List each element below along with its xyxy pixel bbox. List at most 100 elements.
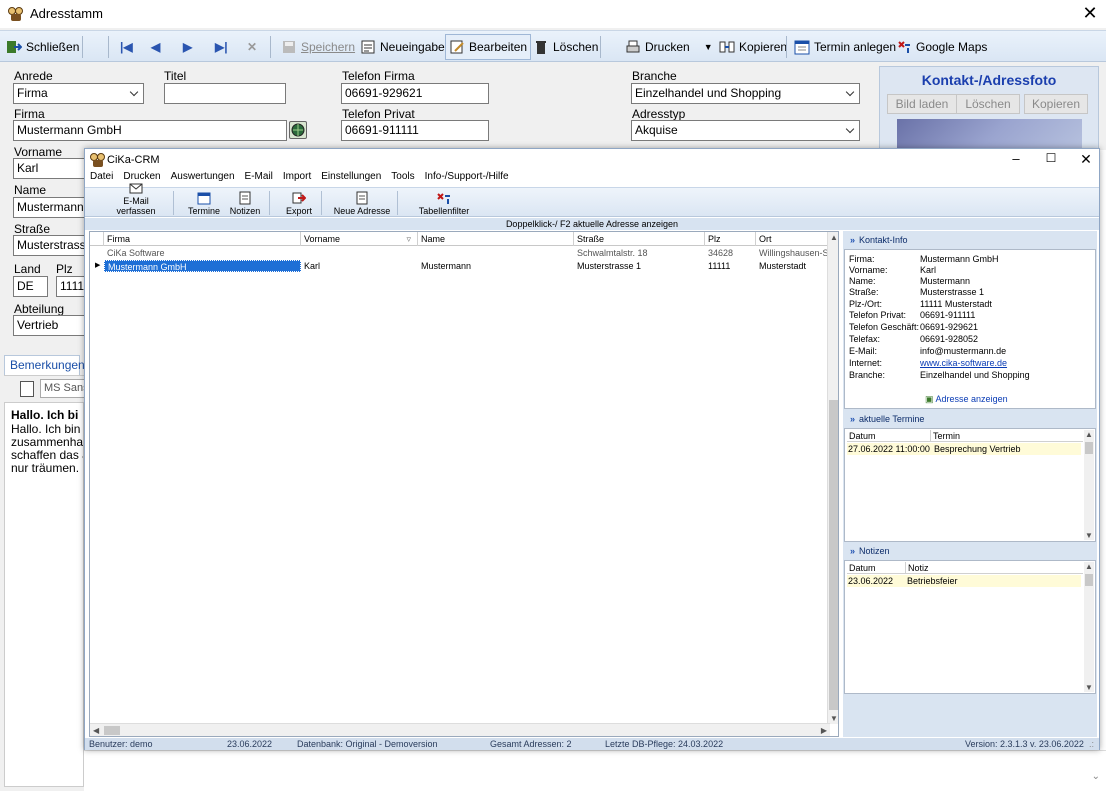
table-row[interactable]: CiKa Software Schwalmtalstr. 18 34628 Wi… (90, 247, 830, 259)
filter-funnel-icon[interactable]: ▿ (406, 232, 411, 246)
maximize-icon[interactable]: ☐ (1043, 151, 1059, 165)
menu-item-datei[interactable]: Datei (90, 171, 113, 187)
column-header-firma[interactable]: Firma (104, 232, 301, 246)
google-maps-button[interactable]: Google Maps (893, 34, 990, 60)
menu-bar: Datei Drucken Auswertungen E-Mail Import… (85, 171, 1099, 187)
save-button[interactable]: Speichern (278, 34, 358, 60)
table-vertical-scrollbar[interactable]: ▲ ▼ (827, 232, 838, 724)
dropdown-arrow-icon[interactable]: ▼ (704, 42, 713, 52)
column-header-termin[interactable]: Termin (931, 430, 1083, 442)
menu-item-einstellungen[interactable]: Einstellungen (321, 171, 381, 187)
land-field[interactable]: DE (13, 276, 48, 297)
load-image-button[interactable]: Bild laden (887, 94, 957, 114)
abteilung-field[interactable]: Vertrieb (13, 315, 85, 336)
cancel-icon[interactable]: ✕ (244, 34, 260, 60)
column-header-strasse[interactable]: Straße (574, 232, 705, 246)
delete-button[interactable]: Löschen (530, 34, 601, 60)
minimize-icon[interactable]: – (1008, 151, 1024, 166)
crm-close-icon[interactable]: ✕ (1078, 151, 1094, 168)
anrede-select[interactable]: Firma (13, 83, 144, 104)
contact-info-header[interactable]: » Kontakt-Info (844, 232, 1096, 248)
new-address-button[interactable]: Neue Adresse (333, 189, 391, 217)
vorname-field[interactable]: Karl (13, 158, 85, 179)
adresstyp-select[interactable]: Akquise (631, 120, 860, 141)
font-select[interactable]: MS Sans (40, 379, 88, 398)
close-button[interactable]: Schließen (3, 34, 82, 60)
copy-button[interactable]: Kopieren (716, 34, 790, 60)
menu-item-auswertungen[interactable]: Auswertungen (171, 171, 235, 187)
notizen-scrollbar[interactable]: ▲ ▼ (1084, 562, 1094, 692)
new-entry-button[interactable]: Neueingabe (357, 34, 448, 60)
previous-record-icon[interactable]: ◀ (148, 34, 163, 60)
first-record-icon[interactable]: |◀ (117, 34, 136, 60)
edit-button[interactable]: Bearbeiten (445, 34, 532, 60)
column-header-plz[interactable]: Plz (705, 232, 756, 246)
remarks-editor[interactable]: Hallo. Ich bi Hallo. Ich bin e zusammenh… (4, 402, 84, 787)
scroll-down-icon[interactable]: ⌄ (1092, 771, 1100, 782)
scroll-up-icon[interactable]: ▲ (830, 233, 838, 242)
email-compose-button[interactable]: E-Mail verfassen (103, 183, 169, 217)
globe-icon[interactable] (289, 121, 307, 139)
menu-item-email[interactable]: E-Mail (245, 171, 273, 187)
notepad-icon[interactable] (20, 381, 34, 397)
menu-item-info[interactable]: Info-/Support-/Hilfe (425, 171, 509, 187)
tab-bemerkungen[interactable]: Bemerkungen (4, 355, 85, 375)
scrollbar-thumb[interactable] (104, 726, 120, 735)
appointment-button[interactable]: Termin anlegen (791, 34, 899, 60)
scroll-up-icon[interactable]: ▲ (1085, 562, 1093, 571)
notizen-header[interactable]: » Notizen (844, 543, 1096, 559)
telefon-privat-field[interactable]: 06691-911111 (341, 120, 489, 141)
column-header-name[interactable]: Name (418, 232, 574, 246)
export-button[interactable]: Export (281, 189, 317, 217)
scroll-down-icon[interactable]: ▼ (1085, 531, 1093, 540)
land-label: Land (14, 262, 41, 276)
firma-field[interactable]: Mustermann GmbH (13, 120, 287, 141)
branche-select[interactable]: Einzelhandel und Shopping (631, 83, 860, 104)
scroll-down-icon[interactable]: ▼ (830, 714, 838, 723)
print-button[interactable]: Drucken ▼ (622, 34, 716, 60)
name-field[interactable]: Mustermann (13, 197, 85, 218)
table-filter-button[interactable]: Tabellenfilter (415, 189, 473, 217)
scroll-right-icon[interactable]: ▶ (821, 726, 827, 735)
collapse-chevron-icon[interactable]: » (850, 546, 855, 556)
outer-scrollbar[interactable] (1099, 150, 1106, 750)
menu-item-tools[interactable]: Tools (391, 171, 414, 187)
last-record-icon[interactable]: ▶| (212, 34, 231, 60)
scroll-down-icon[interactable]: ▼ (1085, 683, 1093, 692)
copy-image-button[interactable]: Kopieren (1024, 94, 1088, 114)
termine-header[interactable]: » aktuelle Termine (844, 411, 1096, 427)
telefon-firma-field[interactable]: 06691-929621 (341, 83, 489, 104)
close-icon[interactable]: ✕ (1082, 3, 1098, 23)
column-header-notiz[interactable]: Notiz (906, 562, 1083, 574)
plz-field[interactable]: 11111 (56, 276, 86, 297)
notizen-button[interactable]: Notizen (227, 189, 263, 217)
column-header-datum[interactable]: Datum (847, 430, 931, 442)
collapse-chevron-icon[interactable]: » (850, 414, 855, 424)
scrollbar-thumb[interactable] (1085, 442, 1093, 454)
website-link[interactable]: www.cika-software.de (920, 358, 1007, 368)
collapse-chevron-icon[interactable]: » (850, 235, 855, 245)
column-header-vorname[interactable]: Vorname ▿ (301, 232, 418, 246)
table-horizontal-scrollbar[interactable]: ◀ ▶ (90, 723, 830, 736)
termine-row[interactable]: 27.06.2022 11:00:00 Besprechung Vertrieb (847, 443, 1081, 455)
notizen-row[interactable]: 23.06.2022 Betriebsfeier (847, 575, 1081, 587)
field-key: Branche: (849, 370, 886, 380)
delete-image-button[interactable]: Löschen (956, 94, 1020, 114)
titel-field[interactable] (164, 83, 286, 104)
next-record-icon[interactable]: ▶ (180, 34, 195, 60)
table-row-selected[interactable]: ▶ Mustermann GmbH Karl Mustermann Muster… (90, 260, 830, 272)
field-value: 06691-929621 (920, 322, 979, 332)
scroll-left-icon[interactable]: ◀ (93, 726, 99, 735)
termine-button[interactable]: Termine (185, 189, 223, 217)
menu-item-import[interactable]: Import (283, 171, 311, 187)
strasse-field[interactable]: Musterstrasse 1 (13, 235, 85, 256)
scrollbar-thumb[interactable] (1085, 574, 1093, 586)
scroll-up-icon[interactable]: ▲ (1085, 430, 1093, 439)
scrollbar-thumb[interactable] (829, 400, 838, 710)
column-header-datum[interactable]: Datum (847, 562, 906, 574)
show-address-link[interactable]: ▣ Adresse anzeigen (925, 394, 1008, 404)
resize-grip-icon[interactable]: .: (1089, 738, 1094, 750)
termine-scrollbar[interactable]: ▲ ▼ (1084, 430, 1094, 540)
column-header-ort[interactable]: Ort (756, 232, 830, 246)
field-value: Musterstrasse 1 (920, 287, 985, 297)
